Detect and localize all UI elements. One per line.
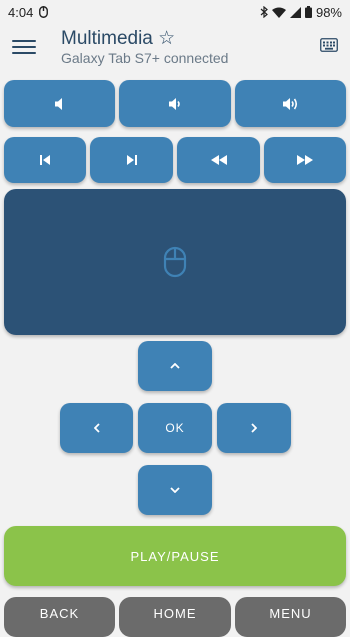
dpad-left-button[interactable] (60, 403, 133, 453)
chevron-left-icon (93, 423, 100, 433)
menu-button[interactable]: MENU (235, 597, 346, 637)
home-button[interactable]: HOME (119, 597, 231, 637)
status-right: 98% (260, 5, 342, 20)
previous-track-button[interactable] (4, 137, 86, 183)
mouse-notification-icon (39, 6, 49, 18)
status-time: 4:04 (8, 4, 34, 20)
wifi-icon (271, 7, 286, 18)
page-title: Multimedia ☆ (61, 28, 176, 49)
status-bar: 4:04 98% (0, 0, 350, 24)
skip-previous-icon (40, 155, 50, 165)
battery-icon (304, 6, 312, 18)
menu-label: MENU (269, 606, 312, 621)
skip-next-icon (126, 155, 137, 165)
battery-percent: 98% (315, 4, 342, 20)
chevron-right-icon (251, 423, 257, 433)
mouse-icon (163, 246, 187, 278)
volume-up-icon (283, 97, 298, 110)
back-button[interactable]: BACK (4, 597, 115, 637)
touchpad[interactable] (4, 189, 346, 335)
volume-down-button[interactable] (119, 80, 231, 127)
status-left: 4:04 (8, 4, 49, 20)
next-track-button[interactable] (90, 137, 173, 183)
bluetooth-icon (260, 6, 268, 18)
ok-label: OK (165, 421, 185, 435)
play-pause-button[interactable]: PLAY/PAUSE (4, 526, 346, 586)
volume-mute-icon (54, 97, 62, 110)
connection-status: Galaxy Tab S7+ connected (61, 50, 229, 66)
rewind-button[interactable] (177, 137, 260, 183)
rewind-icon (210, 155, 227, 165)
dpad-right-button[interactable] (217, 403, 291, 453)
volume-down-icon (169, 97, 180, 110)
home-label: HOME (153, 606, 197, 621)
signal-icon (289, 6, 301, 18)
dpad-up-button[interactable] (138, 341, 212, 391)
fast-forward-icon (297, 155, 313, 165)
dpad-down-button[interactable] (138, 465, 212, 515)
fast-forward-button[interactable] (264, 137, 346, 183)
keyboard-icon[interactable] (320, 38, 338, 52)
hamburger-menu-icon[interactable] (12, 36, 36, 56)
volume-mute-button[interactable] (4, 80, 115, 127)
back-label: BACK (39, 606, 80, 621)
chevron-down-icon (170, 487, 180, 493)
app-bar: Multimedia ☆ Galaxy Tab S7+ connected (0, 24, 350, 74)
volume-up-button[interactable] (235, 80, 346, 127)
play-pause-label: PLAY/PAUSE (130, 548, 220, 564)
chevron-up-icon (170, 363, 180, 369)
dpad-ok-button[interactable]: OK (138, 403, 212, 453)
